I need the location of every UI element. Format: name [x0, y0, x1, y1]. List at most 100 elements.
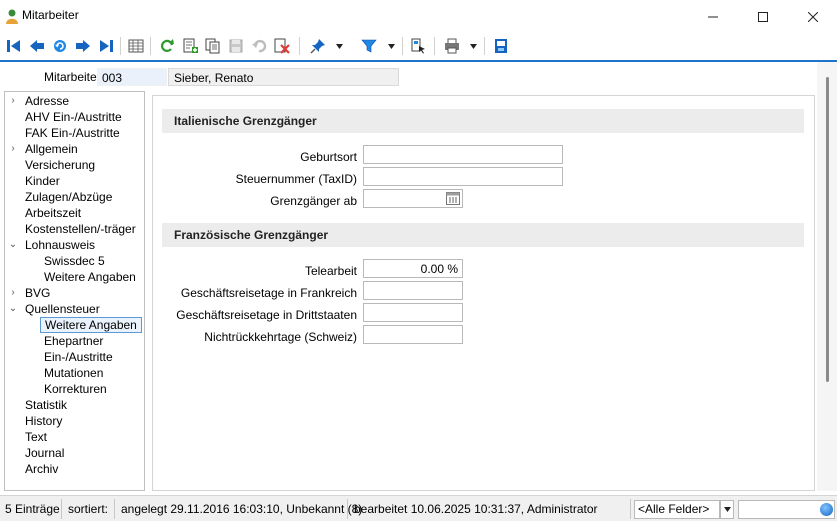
tree-item-arbeitszeit[interactable]: Arbeitszeit	[25, 205, 81, 221]
tree-item-lohnausweis[interactable]: ⌄ Lohnausweis	[9, 237, 96, 253]
delete-button[interactable]	[272, 36, 292, 56]
tree-item-versicherung[interactable]: Versicherung	[25, 157, 95, 173]
report-button[interactable]	[408, 36, 428, 56]
refresh-back-button[interactable]	[50, 36, 70, 56]
border-since-label: Grenzgänger ab	[270, 194, 357, 208]
first-record-button[interactable]	[4, 36, 24, 56]
last-record-button[interactable]	[96, 36, 116, 56]
tree-item-zulagen[interactable]: Zulagen/Abzüge	[25, 189, 112, 205]
print-icon	[445, 38, 459, 54]
previous-record-button[interactable]	[27, 36, 47, 56]
pin-button[interactable]	[308, 36, 328, 56]
chevron-right-icon[interactable]: ›	[8, 93, 18, 109]
globe-search-icon[interactable]	[820, 503, 833, 516]
taxid-label: Steuernummer (TaxID)	[235, 172, 357, 186]
last-record-icon	[100, 40, 113, 52]
employee-id-field[interactable]: 003	[97, 68, 167, 86]
new-record-button[interactable]	[180, 36, 200, 56]
calendar-icon[interactable]	[446, 192, 460, 205]
search-input[interactable]	[738, 500, 835, 519]
table-view-button[interactable]	[126, 36, 146, 56]
toolbar	[0, 32, 837, 60]
print-dropdown[interactable]	[468, 36, 478, 56]
reload-icon	[160, 39, 174, 52]
chevron-down-icon	[469, 43, 477, 49]
tree-item-label: Lohnausweis	[25, 238, 96, 252]
taxid-field[interactable]	[363, 167, 563, 186]
close-icon	[807, 11, 819, 23]
pin-icon	[310, 39, 325, 54]
save-icon	[229, 39, 243, 53]
export-icon	[495, 39, 507, 53]
app-person-icon	[6, 9, 18, 24]
chevron-right-icon[interactable]: ›	[8, 285, 18, 301]
tree-item-lohnausweis-weitere-angaben[interactable]: Weitere Angaben	[44, 269, 136, 285]
non-return-days-field[interactable]	[363, 325, 463, 344]
tree-item-quellensteuer[interactable]: ⌄ Quellensteuer	[9, 301, 100, 317]
tree-item-fak[interactable]: FAK Ein-/Austritte	[25, 125, 120, 141]
field-select[interactable]: <Alle Felder>	[634, 500, 720, 519]
edited-info: bearbeitet 10.06.2025 10:31:37, Administ…	[349, 499, 631, 519]
tree-item-journal[interactable]: Journal	[25, 445, 64, 461]
employee-label: Mitarbeiter	[44, 70, 101, 84]
business-days-france-field[interactable]	[363, 281, 463, 300]
tree-item-ahv[interactable]: AHV Ein-/Austritte	[25, 109, 122, 125]
tree-item-label: History	[25, 414, 63, 428]
tree-item-label: BVG	[25, 286, 51, 300]
tree-item-bvg[interactable]: › BVG	[11, 285, 51, 301]
scrollbar-thumb[interactable]	[826, 77, 829, 382]
birthplace-field[interactable]	[363, 145, 563, 164]
undo-icon	[252, 39, 267, 53]
tree-item-history[interactable]: History	[25, 413, 62, 429]
maximize-button[interactable]	[740, 0, 786, 32]
field-select-dropdown[interactable]	[720, 500, 734, 519]
tree-item-ehepartner[interactable]: Ehepartner	[44, 333, 103, 349]
close-button[interactable]	[790, 0, 836, 32]
tree-item-label: Weitere Angaben	[45, 318, 137, 332]
tree-item-kostenstellen[interactable]: Kostenstellen/-träger	[25, 221, 136, 237]
report-icon	[411, 38, 425, 54]
save-button[interactable]	[226, 36, 246, 56]
tree-item-kinder[interactable]: Kinder	[25, 173, 60, 189]
tree-item-ein-austritte[interactable]: Ein-/Austritte	[44, 349, 113, 365]
tree-item-label: Korrekturen	[44, 382, 107, 396]
chevron-down-icon[interactable]: ⌄	[8, 237, 18, 253]
refresh-back-icon	[54, 40, 66, 52]
tree-item-swissdec[interactable]: Swissdec 5	[44, 253, 105, 269]
tree-item-korrekturen[interactable]: Korrekturen	[44, 381, 107, 397]
tree-item-statistik[interactable]: Statistik	[25, 397, 67, 413]
chevron-right-icon[interactable]: ›	[8, 141, 18, 157]
tree-item-allgemein[interactable]: › Allgemein	[11, 141, 77, 157]
export-button[interactable]	[491, 36, 511, 56]
next-record-button[interactable]	[73, 36, 93, 56]
tree-item-quellensteuer-weitere-angaben[interactable]: Weitere Angaben	[40, 317, 142, 333]
tree-item-label: Ehepartner	[44, 334, 104, 348]
tree-item-label: Kinder	[25, 174, 60, 188]
copy-record-button[interactable]	[203, 36, 223, 56]
undo-button[interactable]	[249, 36, 269, 56]
tree-item-label: Statistik	[25, 398, 68, 412]
next-record-icon	[76, 40, 90, 52]
tree-item-mutationen[interactable]: Mutationen	[44, 365, 103, 381]
tree-item-text[interactable]: Text	[25, 429, 47, 445]
tree-item-adresse[interactable]: › Adresse	[11, 93, 69, 109]
chevron-down-icon	[387, 43, 395, 49]
print-button[interactable]	[442, 36, 462, 56]
filter-button[interactable]	[359, 36, 379, 56]
telework-field[interactable]: 0.00 %	[363, 259, 463, 278]
tree-item-label: Zulagen/Abzüge	[25, 190, 113, 204]
toolbar-separator	[484, 37, 485, 55]
vertical-scrollbar[interactable]	[817, 62, 837, 491]
tree-item-label: Quellensteuer	[25, 302, 100, 316]
minimize-button[interactable]	[690, 0, 736, 32]
tree-item-label: Versicherung	[25, 158, 96, 172]
reload-button[interactable]	[157, 36, 177, 56]
business-days-third-field[interactable]	[363, 303, 463, 322]
tree-item-archiv[interactable]: Archiv	[25, 461, 58, 477]
filter-dropdown[interactable]	[386, 36, 396, 56]
border-since-date-field[interactable]	[363, 189, 463, 208]
pin-dropdown[interactable]	[334, 36, 344, 56]
chevron-down-icon[interactable]: ⌄	[8, 301, 18, 317]
employee-name-field: Sieber, Renato	[168, 68, 399, 86]
non-return-days-label: Nichtrückkehrtage (Schweiz)	[204, 330, 357, 344]
